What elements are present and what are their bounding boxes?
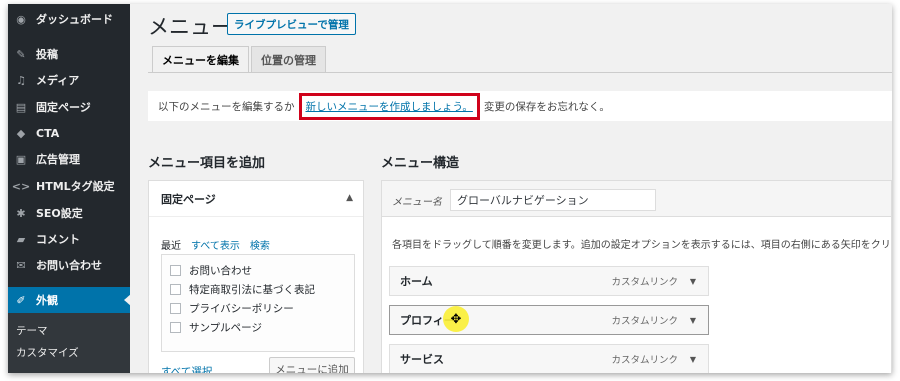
sidebar-item-comments[interactable]: ▰ コメント: [8, 226, 130, 252]
expand-arrow-icon[interactable]: ▼: [690, 316, 696, 325]
drag-instructions: 各項目をドラッグして順番を変更します。追加の設定オプションを表示するには、項目の…: [392, 240, 891, 251]
expand-arrow-icon[interactable]: ▼: [690, 355, 696, 364]
checklist-item[interactable]: サンプルページ: [170, 320, 262, 335]
notice-text-after: 変更の保存をお忘れなく。: [483, 100, 610, 113]
add-menu-items-heading: メニュー項目を追加: [148, 156, 266, 171]
sidebar-item-posts[interactable]: ✎ 投稿: [8, 41, 130, 67]
edit-notice: 以下のメニューを編集するか 新しいメニューを作成しましょう。 変更の保存をお忘れ…: [148, 91, 892, 121]
menu-item-home[interactable]: ホーム カスタムリンク ▼: [389, 266, 709, 296]
add-to-menu-button[interactable]: メニューに追加: [269, 357, 355, 373]
subtab-search[interactable]: 検索: [250, 237, 270, 252]
dashboard-icon: ◉: [16, 12, 26, 26]
sidebar-item-seo[interactable]: ✱ SEO設定: [8, 200, 130, 226]
ad-icon: ▣: [15, 152, 27, 166]
menu-item-title: ホーム: [400, 275, 433, 288]
gear-icon: ✱: [16, 206, 26, 220]
mail-icon: ✉: [16, 258, 26, 272]
sidebar-item-label: コメント: [36, 233, 80, 246]
menu-name-label: メニュー名: [392, 197, 442, 208]
sidebar-item-label: HTMLタグ設定: [36, 180, 115, 193]
subtab-view-all[interactable]: すべて表示: [191, 237, 240, 252]
page-subtabs: 最近 すべて表示 検索: [161, 237, 280, 252]
menu-item-service[interactable]: サービス カスタムリンク ▼: [389, 344, 709, 373]
menu-name-input[interactable]: グローバルナビゲーション: [450, 189, 656, 211]
checklist-label: プライバシーポリシー: [189, 303, 294, 315]
tab-edit-menus[interactable]: メニューを編集: [152, 46, 249, 73]
media-icon: ♫: [16, 73, 26, 87]
sidebar-item-media[interactable]: ♫ メディア: [8, 67, 130, 93]
menu-name-bar: メニュー名 グローバルナビゲーション: [382, 181, 891, 217]
tabs-divider: [148, 72, 892, 73]
collapse-arrow-icon[interactable]: ▲: [346, 193, 353, 203]
accordion-header[interactable]: 固定ページ ▲: [149, 181, 363, 217]
tab-manage-locations[interactable]: 位置の管理: [251, 46, 326, 73]
sidebar-item-label: SEO設定: [36, 207, 83, 220]
select-all-link[interactable]: すべて選択: [161, 364, 212, 373]
sidebar-item-label: 投稿: [36, 48, 58, 61]
checkbox[interactable]: [170, 322, 181, 333]
checklist-item[interactable]: お問い合わせ: [170, 263, 252, 278]
page-checklist: お問い合わせ 特定商取引法に基づく表記 プライバシーポリシー サンプルページ: [161, 254, 355, 352]
menu-item-title: サービス: [400, 353, 444, 366]
checkbox[interactable]: [170, 284, 181, 295]
sidebar-item-label: 広告管理: [36, 153, 80, 166]
appearance-submenu: テーマ カスタマイズ: [8, 313, 130, 373]
wp-admin-screen: ◉ ダッシュボード ✎ 投稿 ♫ メディア ▤ 固定ページ ◆ CTA ▣ 広告…: [8, 4, 892, 373]
sidebar-item-pages[interactable]: ▤ 固定ページ: [8, 94, 130, 120]
sidebar-item-dashboard[interactable]: ◉ ダッシュボード: [8, 6, 130, 32]
subtab-recent[interactable]: 最近: [161, 237, 181, 252]
live-preview-button[interactable]: ライブプレビューで管理: [227, 13, 356, 35]
comment-icon: ▰: [16, 232, 26, 246]
checkbox[interactable]: [170, 265, 181, 276]
submenu-item-customize[interactable]: カスタマイズ: [16, 345, 79, 360]
sidebar-item-label: お問い合わせ: [36, 259, 102, 272]
menu-item-type: カスタムリンク: [611, 277, 678, 288]
sidebar-item-label: CTA: [36, 126, 60, 140]
tag-icon: ◆: [16, 126, 26, 140]
code-icon: <>: [11, 179, 31, 193]
sidebar-item-cta[interactable]: ◆ CTA: [8, 120, 130, 146]
main-content: メニュー ライブプレビューで管理 メニューを編集 位置の管理 以下のメニューを編…: [130, 4, 892, 373]
checklist-label: 特定商取引法に基づく表記: [189, 284, 315, 296]
menu-item-profile[interactable]: プロフィー カスタムリンク ▼: [389, 305, 709, 335]
brush-icon: ✐: [16, 293, 26, 307]
menu-item-type: カスタムリンク: [611, 316, 678, 327]
checklist-label: サンプルページ: [189, 322, 262, 334]
notice-text-before: 以下のメニューを編集するか: [158, 100, 295, 113]
sidebar-item-label: 固定ページ: [36, 101, 91, 114]
sidebar-item-label: 外観: [36, 294, 58, 307]
menu-structure-panel: メニュー名 グローバルナビゲーション 各項目をドラッグして順番を変更します。追加…: [381, 180, 892, 373]
pin-icon: ✎: [16, 47, 26, 61]
admin-sidebar: ◉ ダッシュボード ✎ 投稿 ♫ メディア ▤ 固定ページ ◆ CTA ▣ 広告…: [8, 4, 131, 373]
sidebar-item-appearance[interactable]: ✐ 外観: [8, 287, 131, 313]
page-icon: ▤: [15, 100, 27, 114]
create-new-menu-link[interactable]: 新しいメニューを作成しましょう。: [298, 92, 480, 120]
menu-item-type: カスタムリンク: [611, 355, 678, 366]
move-cursor-icon: ✥: [443, 306, 469, 332]
sidebar-item-label: ダッシュボード: [36, 13, 113, 26]
page-title: メニュー: [148, 15, 232, 39]
accordion-title: 固定ページ: [161, 192, 216, 206]
sidebar-item-ads[interactable]: ▣ 広告管理: [8, 146, 130, 172]
checkbox[interactable]: [170, 303, 181, 314]
menu-structure-heading: メニュー構造: [381, 156, 460, 171]
checklist-label: お問い合わせ: [189, 265, 252, 277]
sidebar-item-html-tags[interactable]: <> HTMLタグ設定: [8, 173, 130, 199]
window-frame: ◉ ダッシュボード ✎ 投稿 ♫ メディア ▤ 固定ページ ◆ CTA ▣ 広告…: [0, 0, 900, 381]
pages-accordion: 固定ページ ▲ 最近 すべて表示 検索 お問い合わせ 特定商取引法に基づく表記: [148, 180, 364, 373]
checklist-item[interactable]: プライバシーポリシー: [170, 301, 294, 316]
sidebar-item-label: メディア: [36, 74, 80, 87]
submenu-item-themes[interactable]: テーマ: [16, 323, 48, 338]
checklist-item[interactable]: 特定商取引法に基づく表記: [170, 282, 315, 297]
expand-arrow-icon[interactable]: ▼: [690, 277, 696, 286]
sidebar-item-contact[interactable]: ✉ お問い合わせ: [8, 252, 130, 278]
